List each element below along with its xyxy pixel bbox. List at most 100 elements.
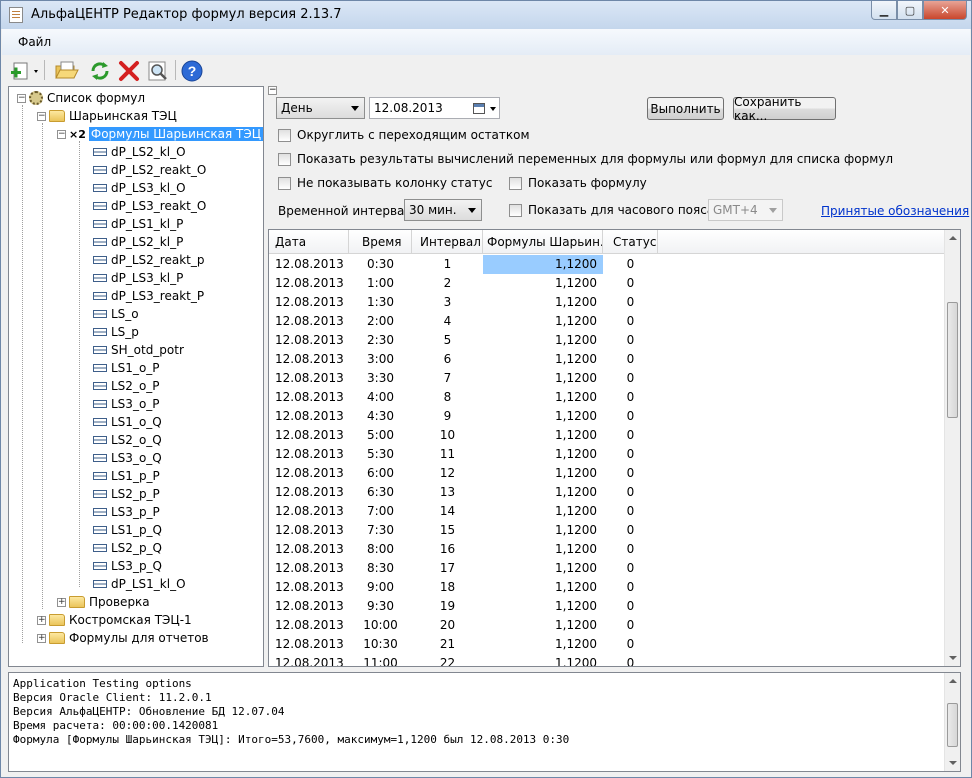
show-formula-checkbox[interactable]	[509, 176, 522, 190]
table-row[interactable]: 12.08.2013 4:30 9 1,1200 0	[269, 407, 946, 426]
table-cell[interactable]: 12.08.2013	[275, 483, 349, 502]
table-cell[interactable]: 1,1200	[483, 521, 603, 540]
table-cell[interactable]: 1,1200	[483, 407, 603, 426]
expand-icon[interactable]: +	[37, 615, 46, 625]
close-button[interactable]: ✕	[923, 1, 967, 20]
col-header-formula[interactable]: Формулы Шарьин...	[483, 230, 603, 254]
tree-node-formula[interactable]: LS_p	[93, 323, 139, 341]
table-cell[interactable]: 1:00	[349, 274, 412, 293]
table-cell[interactable]: 1,1200	[483, 426, 603, 445]
table-cell[interactable]: 10	[412, 426, 483, 445]
search-button[interactable]	[144, 59, 172, 83]
table-cell[interactable]: 10:00	[349, 616, 412, 635]
table-cell[interactable]: 4:30	[349, 407, 412, 426]
table-cell[interactable]: 12.08.2013	[275, 540, 349, 559]
table-cell[interactable]: 9:00	[349, 578, 412, 597]
table-cell[interactable]: 3:00	[349, 350, 412, 369]
table-cell[interactable]: 12.08.2013	[275, 274, 349, 293]
tree-node-kostroma[interactable]: + Костромская ТЭЦ-1	[37, 611, 192, 629]
tree-node-formula[interactable]: LS1_o_Q	[93, 413, 162, 431]
calendar-icon[interactable]	[473, 103, 485, 114]
table-cell[interactable]: 0	[603, 635, 658, 654]
table-row[interactable]: 12.08.2013 1:00 2 1,1200 0	[269, 274, 946, 293]
table-cell[interactable]: 5:30	[349, 445, 412, 464]
table-row[interactable]: 12.08.2013 3:30 7 1,1200 0	[269, 369, 946, 388]
tree-node-formula[interactable]: LS3_o_P	[93, 395, 160, 413]
table-row[interactable]: 12.08.2013 9:30 19 1,1200 0	[269, 597, 946, 616]
col-header-status[interactable]: Статус	[603, 230, 658, 254]
tree-node-formula[interactable]: LS2_p_Q	[93, 539, 162, 557]
table-cell[interactable]: 12.08.2013	[275, 331, 349, 350]
table-cell[interactable]: 0	[603, 312, 658, 331]
tree-node-formula[interactable]: dP_LS2_reakt_p	[93, 251, 204, 269]
table-cell[interactable]: 4	[412, 312, 483, 331]
table-cell[interactable]: 9	[412, 407, 483, 426]
table-cell[interactable]: 8:00	[349, 540, 412, 559]
tree-node-formula[interactable]: LS3_p_Q	[93, 557, 162, 575]
table-cell[interactable]: 12.08.2013	[275, 464, 349, 483]
scroll-down-icon[interactable]	[949, 761, 957, 765]
table-cell[interactable]: 12.08.2013	[275, 578, 349, 597]
table-cell[interactable]: 1,1200	[483, 312, 603, 331]
col-header-interval[interactable]: Интервал	[412, 230, 483, 254]
tree-node-formula[interactable]: LS1_p_Q	[93, 521, 162, 539]
expand-icon[interactable]: +	[57, 597, 66, 607]
table-cell[interactable]: 12.08.2013	[275, 445, 349, 464]
table-cell[interactable]: 0	[603, 350, 658, 369]
tree-node-formula[interactable]: LS2_o_Q	[93, 431, 162, 449]
table-cell[interactable]: 0	[603, 597, 658, 616]
table-cell[interactable]: 5:00	[349, 426, 412, 445]
show-formula-checkbox-row[interactable]: Показать формулу	[509, 176, 647, 190]
table-cell[interactable]: 1,1200	[483, 445, 603, 464]
tree-node-formula[interactable]: LS3_p_P	[93, 503, 160, 521]
chevron-down-icon[interactable]	[490, 107, 496, 111]
timezone-checkbox[interactable]	[509, 203, 522, 217]
minimize-button[interactable]: ▁	[871, 1, 897, 20]
table-cell[interactable]: 12.08.2013	[275, 388, 349, 407]
timezone-checkbox-row[interactable]: Показать для часового пояса:	[509, 203, 718, 217]
table-cell[interactable]: 14	[412, 502, 483, 521]
scroll-up-icon[interactable]	[949, 236, 957, 240]
table-cell[interactable]: 12.08.2013	[275, 255, 349, 274]
round-checkbox-row[interactable]: Округлить с переходящим остатком	[278, 128, 530, 142]
table-cell[interactable]: 4:00	[349, 388, 412, 407]
table-row[interactable]: 12.08.2013 1:30 3 1,1200 0	[269, 293, 946, 312]
table-cell[interactable]: 1,1200	[483, 369, 603, 388]
table-cell[interactable]: 12.08.2013	[275, 559, 349, 578]
table-row[interactable]: 12.08.2013 2:00 4 1,1200 0	[269, 312, 946, 331]
table-cell[interactable]: 2:30	[349, 331, 412, 350]
table-cell[interactable]: 1,1200	[483, 654, 603, 666]
table-cell[interactable]: 0	[603, 616, 658, 635]
table-cell[interactable]: 5	[412, 331, 483, 350]
table-row[interactable]: 12.08.2013 7:00 14 1,1200 0	[269, 502, 946, 521]
tree-node-formula[interactable]: LS1_o_P	[93, 359, 160, 377]
table-cell[interactable]: 0	[603, 274, 658, 293]
grid-vertical-scrollbar[interactable]	[944, 230, 960, 666]
table-cell[interactable]: 0	[603, 445, 658, 464]
table-cell[interactable]: 0	[603, 578, 658, 597]
table-cell[interactable]: 6	[412, 350, 483, 369]
table-row[interactable]: 12.08.2013 8:30 17 1,1200 0	[269, 559, 946, 578]
table-cell[interactable]: 0	[603, 388, 658, 407]
table-cell[interactable]: 1,1200	[483, 559, 603, 578]
table-cell[interactable]: 12.08.2013	[275, 502, 349, 521]
table-row[interactable]: 12.08.2013 10:00 20 1,1200 0	[269, 616, 946, 635]
collapse-icon[interactable]: −	[37, 111, 46, 121]
table-cell[interactable]: 0	[603, 483, 658, 502]
tree-node-formula[interactable]: dP_LS3_kl_P	[93, 269, 183, 287]
table-cell[interactable]: 12.08.2013	[275, 616, 349, 635]
table-row[interactable]: 12.08.2013 5:30 11 1,1200 0	[269, 445, 946, 464]
table-cell[interactable]: 2	[412, 274, 483, 293]
table-row[interactable]: 12.08.2013 9:00 18 1,1200 0	[269, 578, 946, 597]
show-vars-checkbox-row[interactable]: Показать результаты вычислений переменны…	[278, 152, 893, 166]
collapse-icon[interactable]: −	[17, 93, 26, 103]
table-row[interactable]: 12.08.2013 3:00 6 1,1200 0	[269, 350, 946, 369]
table-row[interactable]: 12.08.2013 6:30 13 1,1200 0	[269, 483, 946, 502]
table-row[interactable]: 12.08.2013 10:30 21 1,1200 0	[269, 635, 946, 654]
table-cell[interactable]: 0	[603, 559, 658, 578]
table-cell[interactable]: 8	[412, 388, 483, 407]
scroll-thumb[interactable]	[947, 302, 958, 418]
table-cell[interactable]: 17	[412, 559, 483, 578]
tree-node-formulas-sharya[interactable]: − ×2 Формулы Шарьинская ТЭЦ	[57, 125, 263, 143]
col-header-date[interactable]: Дата	[269, 230, 349, 254]
